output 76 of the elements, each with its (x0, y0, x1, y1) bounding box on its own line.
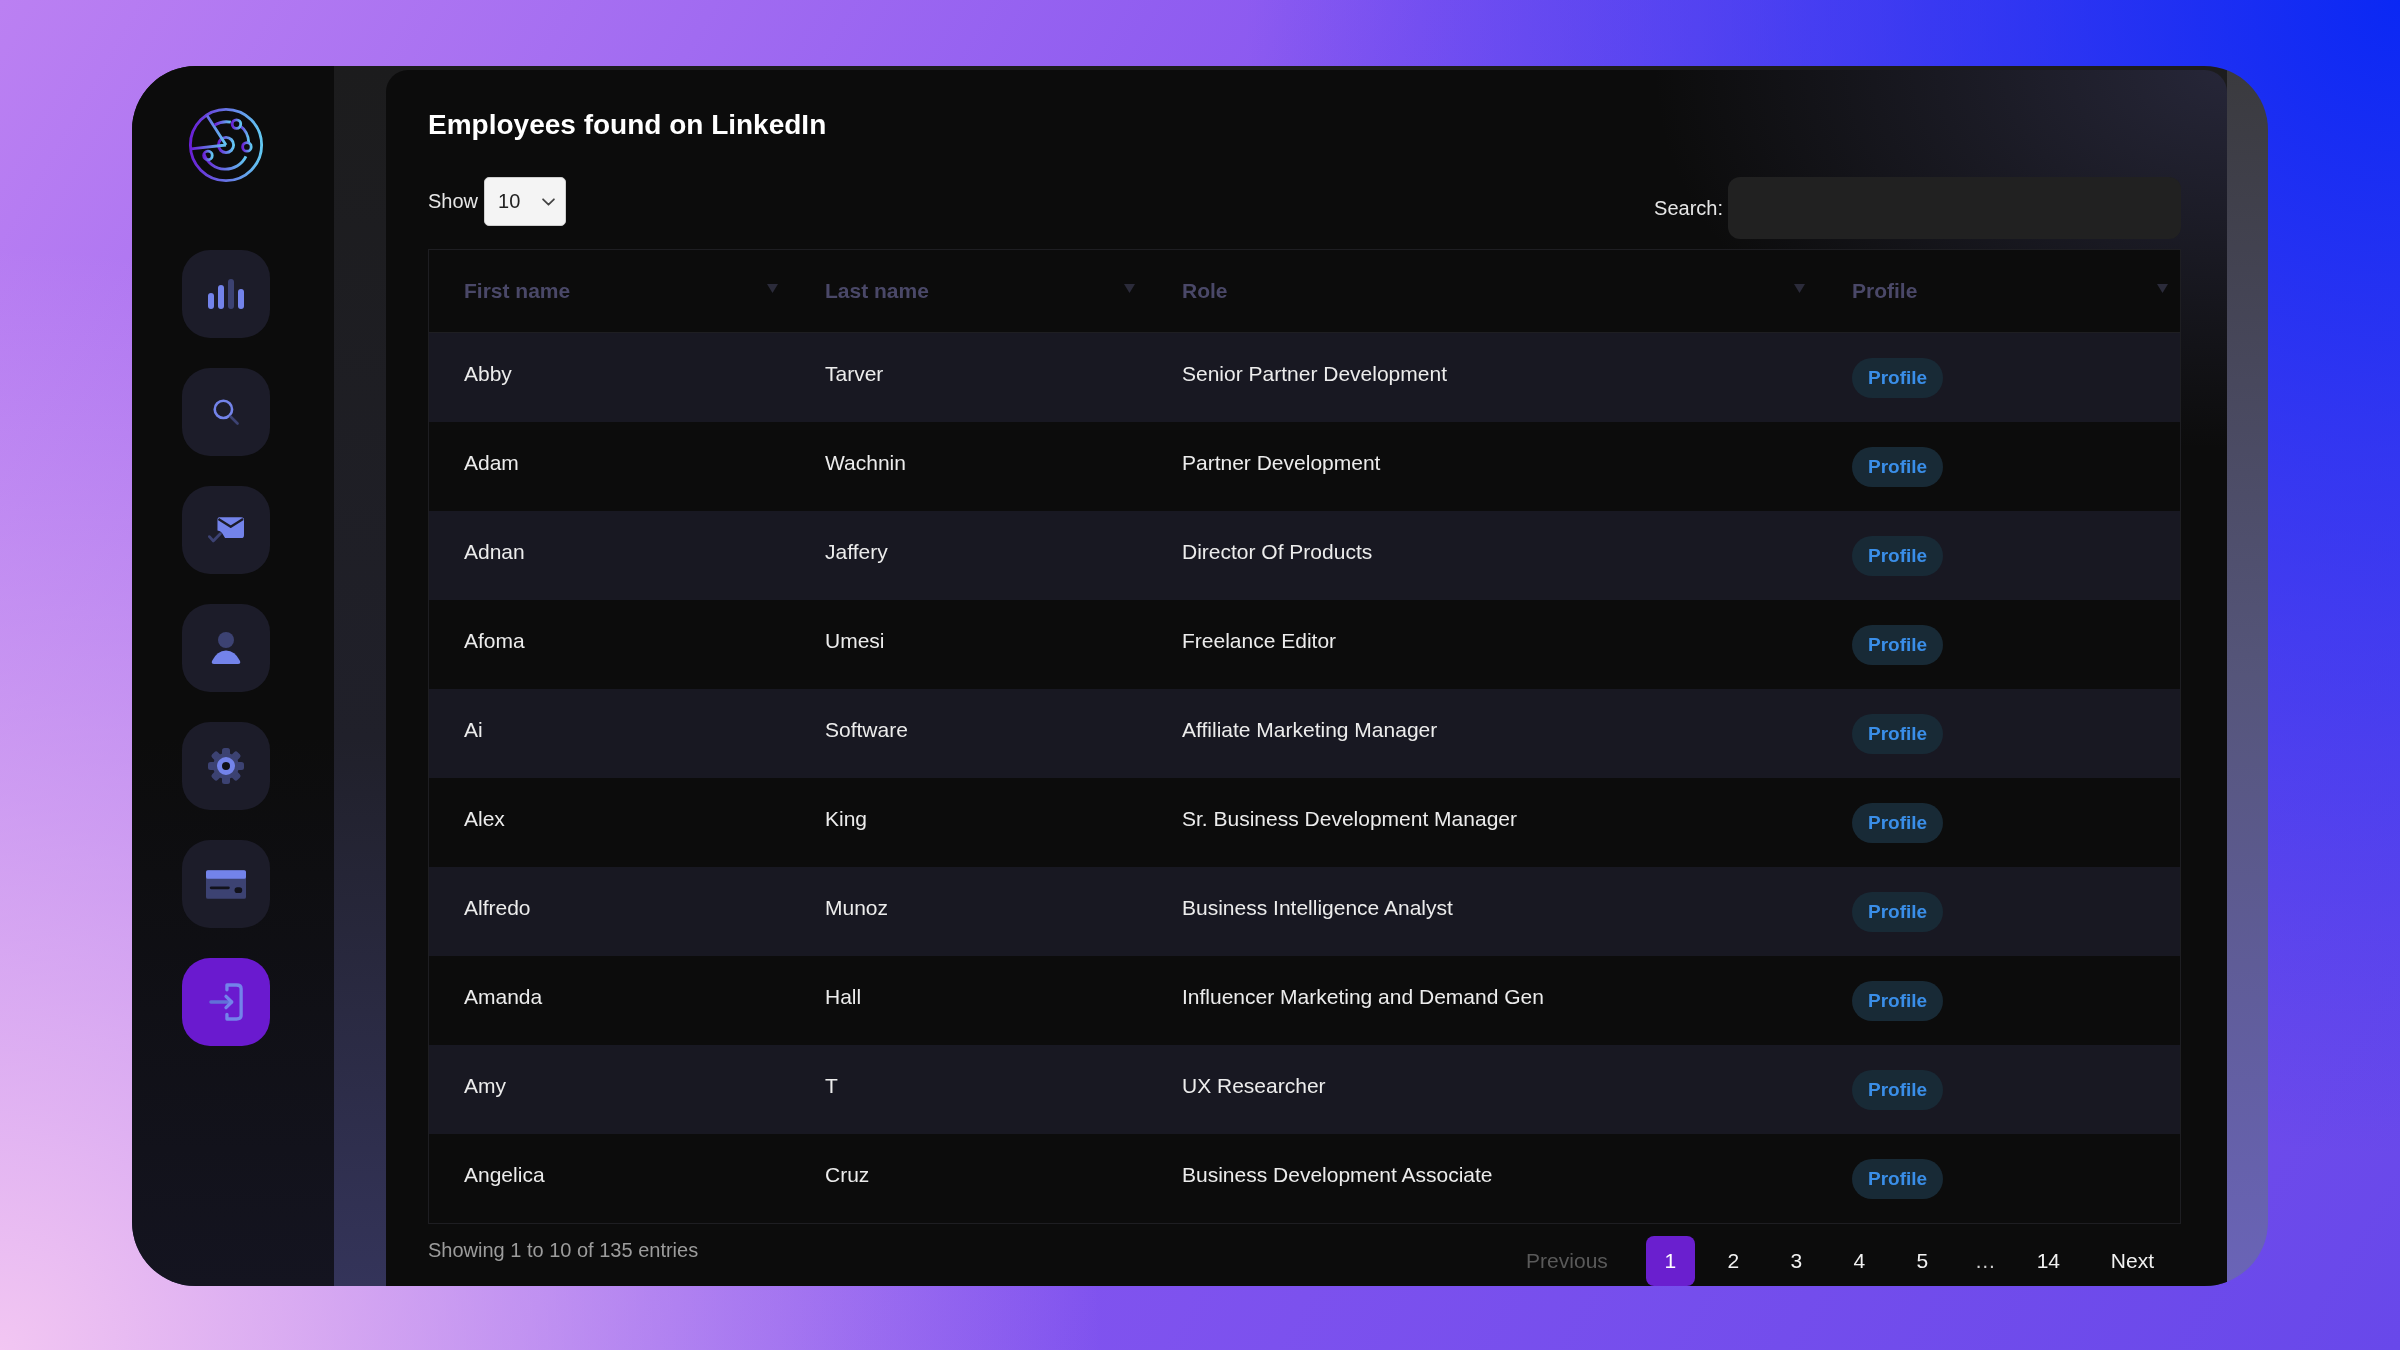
role-text: Director Of Products (1182, 540, 1373, 564)
role-text: Partner Development (1182, 451, 1381, 475)
profile-button[interactable]: Profile (1852, 802, 1944, 843)
page-button[interactable]: 1 (1645, 1236, 1695, 1286)
last-name-text: Munoz (825, 896, 889, 920)
profile-button[interactable]: Profile (1852, 891, 1944, 932)
show-label: Show (428, 190, 479, 213)
profile-button[interactable]: Profile (1852, 1069, 1944, 1110)
last-name-text: Software (825, 718, 908, 742)
column-header[interactable]: Role (1147, 250, 1817, 332)
page-button[interactable]: 2 (1708, 1236, 1758, 1286)
sidebar-button[interactable] (182, 604, 270, 692)
entries-info: Showing 1 to 10 of 135 entries (428, 1238, 699, 1263)
role-text: Sr. Business Development Manager (1182, 807, 1517, 831)
sort-icon (1124, 283, 1135, 293)
column-header[interactable]: Last name (790, 250, 1147, 332)
profile-button[interactable]: Profile (1852, 980, 1944, 1021)
person-icon (211, 632, 241, 664)
role-text: Influencer Marketing and Demand Gen (1182, 985, 1544, 1009)
last-name-text: Tarver (825, 362, 884, 386)
first-name-text: Angelica (464, 1163, 545, 1187)
last-name-text: King (825, 807, 868, 831)
first-name-text: Adam (464, 451, 519, 475)
page-button[interactable]: 14 (2023, 1236, 2073, 1286)
column-header[interactable]: Profile (1817, 250, 2180, 332)
sidebar-button[interactable] (182, 722, 270, 810)
next-button[interactable]: Next (2086, 1236, 2178, 1286)
first-name-text: Amanda (464, 985, 543, 1009)
pagination-ellipsis: … (1973, 1249, 1997, 1273)
gear-icon (208, 748, 244, 784)
bar-chart-icon (208, 279, 244, 309)
last-name-text: Jaffery (825, 540, 888, 564)
last-name-text: Hall (825, 985, 862, 1009)
page-title: Employees found on LinkedIn (428, 108, 828, 142)
profile-button[interactable]: Profile (1852, 357, 1944, 398)
sort-icon (1794, 283, 1805, 293)
first-name-text: Afoma (464, 629, 525, 653)
last-name-text: Umesi (825, 629, 885, 653)
profile-button[interactable]: Profile (1852, 624, 1944, 665)
role-text: Business Intelligence Analyst (1182, 896, 1453, 920)
sidebar-button[interactable] (182, 958, 270, 1046)
first-name-text: Alfredo (464, 896, 531, 920)
role-text: Senior Partner Development (1182, 362, 1447, 386)
first-name-text: Ai (464, 718, 483, 742)
envelope-icon (208, 517, 244, 543)
sign-in-icon (209, 983, 243, 1021)
page-button[interactable]: 5 (1897, 1236, 1947, 1286)
sidebar-button[interactable] (182, 486, 270, 574)
profile-button[interactable]: Profile (1852, 713, 1944, 754)
sidebar-button[interactable] (182, 250, 270, 338)
search-field[interactable] (1728, 177, 2181, 239)
profile-button[interactable]: Profile (1852, 535, 1944, 576)
role-text: Affiliate Marketing Manager (1182, 718, 1438, 742)
sort-icon (2157, 283, 2168, 293)
credit-card-icon (206, 869, 246, 899)
role-text: Freelance Editor (1182, 629, 1337, 653)
first-name-text: Alex (464, 807, 505, 831)
profile-button[interactable]: Profile (1852, 1158, 1944, 1199)
last-name-text: Cruz (825, 1163, 870, 1187)
search-icon (213, 399, 239, 425)
first-name-text: Amy (464, 1074, 506, 1098)
page-size-select[interactable]: 10 (484, 177, 567, 226)
first-name-text: Abby (464, 362, 512, 386)
page-button[interactable]: 4 (1834, 1236, 1884, 1286)
first-name-text: Adnan (464, 540, 525, 564)
last-name-text: T (825, 1074, 838, 1098)
sort-icon (767, 283, 778, 293)
sidebar-button[interactable] (182, 840, 270, 928)
column-header[interactable]: First name (429, 250, 790, 332)
role-text: Business Development Associate (1182, 1163, 1493, 1187)
profile-button[interactable]: Profile (1852, 446, 1944, 487)
last-name-text: Wachnin (825, 451, 906, 475)
caret-icon (542, 197, 556, 206)
search-label: Search: (1654, 196, 1723, 220)
role-text: UX Researcher (1182, 1074, 1326, 1098)
page-button[interactable]: 3 (1771, 1236, 1821, 1286)
